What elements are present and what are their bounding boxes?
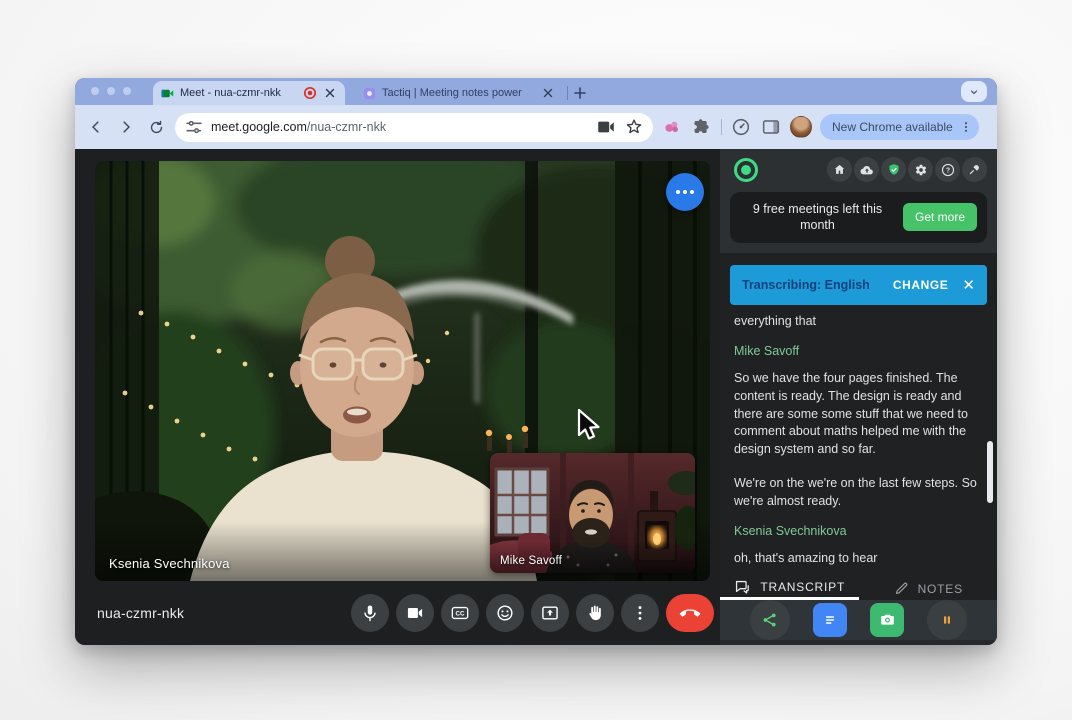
google-docs-button[interactable] <box>813 603 847 637</box>
raise-hand-button[interactable] <box>576 594 614 632</box>
help-button[interactable]: ? <box>935 157 960 182</box>
shield-check-button[interactable] <box>881 157 906 182</box>
new-tab-button[interactable] <box>572 85 588 101</box>
tab-strip: Meet - nua-czmr-nkk Tactiq | Meeting not… <box>75 78 997 105</box>
microphone-button[interactable] <box>351 594 389 632</box>
more-menu-icon[interactable] <box>959 120 973 134</box>
camera-in-use-icon[interactable] <box>595 116 617 138</box>
pin-button[interactable] <box>962 157 987 182</box>
change-language-button[interactable]: CHANGE <box>893 278 949 292</box>
participant-name-label: Ksenia Svechnikova <box>109 556 230 571</box>
tab-divider <box>567 86 568 100</box>
cloud-upload-button[interactable] <box>854 157 879 182</box>
meet-main-area: Ksenia Svechnikova <box>75 149 720 645</box>
tactiq-header: ? 9 free meetings left this month Get mo… <box>720 149 997 253</box>
tactiq-extension-icon[interactable] <box>661 116 683 138</box>
url-text[interactable]: meet.google.com/nua-czmr-nkk <box>211 120 589 134</box>
speaker-name: Ksenia Svechnikova <box>734 523 983 541</box>
pencil-icon <box>893 580 910 597</box>
chat-bubbles-icon <box>733 578 752 597</box>
reactions-button[interactable] <box>486 594 524 632</box>
profile-avatar[interactable] <box>790 116 812 138</box>
transcript-line: So we have the four pages finished. The … <box>734 370 983 459</box>
tactiq-sidebar: ? 9 free meetings left this month Get mo… <box>720 149 997 645</box>
camera-button[interactable] <box>396 594 434 632</box>
free-meetings-text: 9 free meetings left this month <box>740 201 895 234</box>
close-tab-icon[interactable] <box>323 86 337 100</box>
speaker-name: Mike Savoff <box>734 343 983 361</box>
tab-title: Tactiq | Meeting notes power <box>382 87 535 99</box>
svg-text:CC: CC <box>456 610 465 617</box>
recording-status-icon <box>734 158 758 182</box>
meet-favicon <box>161 87 174 100</box>
pip-video-tile[interactable]: Mike Savoff <box>490 453 695 573</box>
gauge-extension-icon[interactable] <box>730 116 752 138</box>
screenshot-button[interactable] <box>870 603 904 637</box>
update-chrome-chip[interactable]: New Chrome available <box>820 114 979 140</box>
get-more-button[interactable]: Get more <box>903 203 977 231</box>
tactiq-footer <box>720 640 997 645</box>
tab-title: Meet - nua-czmr-nkk <box>180 87 297 99</box>
pip-name-label: Mike Savoff <box>500 555 562 567</box>
reload-button[interactable] <box>145 116 167 138</box>
transcript-line: everything that <box>734 313 983 331</box>
update-chip-label: New Chrome available <box>832 120 953 134</box>
site-settings-icon[interactable] <box>183 116 205 138</box>
transcript-line: oh, that's amazing to hear <box>734 550 983 568</box>
pause-button[interactable] <box>927 600 967 640</box>
transcript-line: We're on the we're on the last few steps… <box>734 475 983 511</box>
bookmark-star-icon[interactable] <box>623 116 645 138</box>
browser-toolbar: meet.google.com/nua-czmr-nkk New Chrome … <box>75 105 997 149</box>
window-traffic-lights[interactable] <box>91 87 131 95</box>
extensions-puzzle-icon[interactable] <box>691 116 713 138</box>
svg-text:?: ? <box>945 167 949 174</box>
captions-button[interactable]: CC <box>441 594 479 632</box>
present-button[interactable] <box>531 594 569 632</box>
home-button[interactable] <box>827 157 852 182</box>
transcript-list[interactable]: everything that Mike Savoff So we have t… <box>720 305 997 578</box>
meet-control-bar: nua-czmr-nkk CC <box>75 581 720 645</box>
recording-indicator-icon <box>303 86 317 100</box>
main-video-tile[interactable]: Ksenia Svechnikova <box>95 161 710 581</box>
tab-transcript[interactable]: TRANSCRIPT <box>720 578 859 600</box>
tactiq-favicon <box>363 87 376 100</box>
tab-notes-label: NOTES <box>918 582 963 596</box>
tab-meet[interactable]: Meet - nua-czmr-nkk <box>153 81 345 105</box>
tactiq-action-bar <box>720 600 997 640</box>
more-options-button[interactable] <box>621 594 659 632</box>
tactiq-body: Transcribing: English CHANGE ✕ everythin… <box>720 253 997 578</box>
forward-button[interactable] <box>115 116 137 138</box>
transcript-scrollbar[interactable] <box>987 441 993 503</box>
back-button[interactable] <box>85 116 107 138</box>
tab-transcript-label: TRANSCRIPT <box>760 580 845 594</box>
tab-tactiq[interactable]: Tactiq | Meeting notes power <box>355 81 563 105</box>
toolbar-divider <box>721 119 722 135</box>
share-button[interactable] <box>750 600 790 640</box>
page-content: Ksenia Svechnikova <box>75 149 997 645</box>
close-banner-button[interactable]: ✕ <box>962 276 975 294</box>
close-tab-icon[interactable] <box>541 86 555 100</box>
tab-search-button[interactable] <box>961 81 987 102</box>
end-call-button[interactable] <box>666 594 714 632</box>
chat-bubble-button[interactable] <box>666 173 704 211</box>
side-panel-icon[interactable] <box>760 116 782 138</box>
free-meetings-card: 9 free meetings left this month Get more <box>730 192 987 243</box>
meeting-code-label: nua-czmr-nkk <box>97 605 184 621</box>
url-bar[interactable]: meet.google.com/nua-czmr-nkk <box>175 113 653 142</box>
settings-gear-button[interactable] <box>908 157 933 182</box>
transcribing-label: Transcribing: English <box>742 278 883 292</box>
browser-window: Meet - nua-czmr-nkk Tactiq | Meeting not… <box>75 78 997 645</box>
tactiq-tab-bar: TRANSCRIPT NOTES <box>720 578 997 600</box>
chevron-down-icon <box>968 86 980 98</box>
transcribing-banner: Transcribing: English CHANGE ✕ <box>730 265 987 305</box>
tab-notes[interactable]: NOTES <box>859 578 998 600</box>
